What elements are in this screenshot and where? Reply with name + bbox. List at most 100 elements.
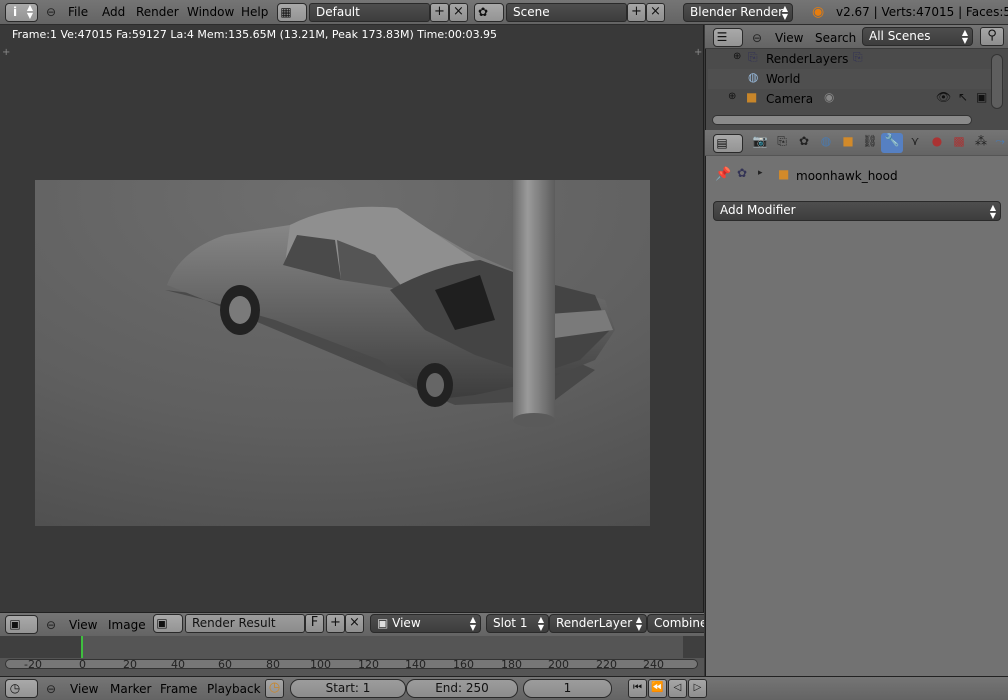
current-frame-field[interactable]: 1	[523, 679, 612, 698]
timeline-tick: 140	[405, 658, 426, 671]
image-menu-image[interactable]: Image	[108, 618, 146, 632]
visibility-eye-icon[interactable]: 👁	[936, 90, 951, 104]
start-frame-label: Start: 1	[325, 681, 371, 695]
add-modifier-dropdown[interactable]: Add Modifier ▲ ▼	[713, 201, 1001, 221]
area-corner-plus-icon[interactable]: +	[694, 47, 702, 58]
timeline-menu-frame[interactable]: Frame	[160, 682, 197, 696]
editor-type-info-button[interactable]: i ▲ ▼	[5, 3, 38, 22]
browse-image-button[interactable]: ▣	[153, 614, 183, 633]
render-image-svg	[35, 180, 650, 526]
add-screen-button[interactable]: +	[430, 3, 449, 22]
timeline-menu-marker[interactable]: Marker	[110, 682, 151, 696]
outliner-item-label: RenderLayers	[766, 52, 849, 66]
end-frame-field[interactable]: End: 250	[406, 679, 518, 698]
delete-screen-button[interactable]: ×	[449, 3, 468, 22]
jump-to-keyframe-back-button[interactable]: ⏪	[648, 679, 667, 698]
outliner-menu-search[interactable]: Search	[815, 31, 856, 45]
play-reverse-button[interactable]: ◁	[668, 679, 687, 698]
menu-help[interactable]: Help	[241, 5, 268, 19]
renderable-camera-icon[interactable]: ▣	[976, 90, 987, 104]
render-layers-tab-icon[interactable]: ⎘	[772, 134, 792, 149]
timeline-tick: 220	[596, 658, 617, 671]
constraints-tab-icon[interactable]: ⛓	[860, 134, 880, 148]
timeline-menu-view[interactable]: View	[70, 682, 98, 696]
menu-add[interactable]: Add	[102, 5, 125, 19]
data-tab-icon[interactable]: ⋎	[905, 134, 925, 148]
timeline-scrollbar[interactable]	[5, 659, 698, 669]
slot-select[interactable]: Slot 1 ▲ ▼	[486, 614, 549, 633]
play-button[interactable]: ▷	[688, 679, 707, 698]
collapse-menu-icon[interactable]: ⊖	[46, 4, 56, 21]
unlink-image-button[interactable]: ×	[345, 614, 364, 633]
collapse-menu-icon[interactable]: ⊖	[752, 30, 762, 47]
camera-data-icon: ◉	[824, 90, 835, 104]
outliner-display-filter[interactable]: All Scenes ▲ ▼	[862, 27, 973, 46]
particles-tab-icon[interactable]: ⁂	[971, 134, 991, 148]
editor-type-timeline-button[interactable]: ◷	[5, 679, 38, 698]
outliner-vertical-scrollbar[interactable]	[991, 54, 1003, 109]
timeline-tick: 180	[501, 658, 522, 671]
info-icon: i	[12, 5, 18, 19]
outliner-item-world[interactable]: ◍ World	[708, 69, 1004, 89]
modifiers-tab-icon[interactable]: 🔧	[881, 133, 903, 153]
fake-user-button[interactable]: F	[305, 614, 324, 633]
texture-tab-icon[interactable]: ▩	[949, 134, 969, 148]
editor-type-image-button[interactable]: ▣	[5, 615, 38, 634]
object-tab-icon[interactable]: ■	[838, 134, 858, 148]
menu-file[interactable]: File	[68, 5, 88, 19]
outliner-item-label: World	[766, 72, 801, 86]
current-frame-marker[interactable]	[81, 636, 83, 658]
screen-layout-icon-button[interactable]: ▦	[277, 3, 307, 22]
material-tab-icon[interactable]: ●	[927, 134, 947, 148]
screen-layout-field[interactable]: Default	[309, 3, 430, 22]
scene-tab-icon[interactable]: ✿	[794, 134, 814, 148]
image-name-field[interactable]: Render Result	[185, 614, 305, 633]
view-mode-label: View	[392, 616, 421, 630]
outliner-item-camera[interactable]: ⊕ ■ Camera ◉ 👁 ↖ ▣	[708, 89, 1004, 109]
area-corner-plus-icon[interactable]: +	[2, 47, 10, 58]
expand-icon[interactable]: ⊕	[728, 91, 736, 102]
outliner-horizontal-scrollbar[interactable]	[712, 115, 972, 125]
expand-icon[interactable]: ⊕	[733, 51, 741, 62]
jump-to-start-button[interactable]: ⏮	[628, 679, 647, 698]
scene-field[interactable]: Scene	[506, 3, 627, 22]
menu-render[interactable]: Render	[136, 5, 179, 19]
scene-context-icon: ✿	[737, 166, 748, 180]
render-engine-select[interactable]: Blender Render ▲ ▼	[683, 3, 793, 22]
collapse-menu-icon[interactable]: ⊖	[46, 617, 56, 634]
timeline-preview-range	[0, 636, 82, 658]
outliner-menu-view[interactable]: View	[775, 31, 803, 45]
editor-type-properties-button[interactable]: ▤	[713, 134, 743, 153]
object-context-icon: ■	[778, 167, 790, 181]
timeline-tick: 240	[643, 658, 664, 671]
world-icon: ◍	[748, 70, 759, 84]
delete-scene-button[interactable]: ×	[646, 3, 665, 22]
timeline-menu-playback[interactable]: Playback	[207, 682, 261, 696]
collapse-menu-icon[interactable]: ⊖	[46, 681, 56, 698]
outliner-item-renderlayers[interactable]: ⊕ ⎘ RenderLayers ⎘	[708, 49, 1004, 69]
physics-tab-icon[interactable]: ⤳	[993, 134, 1007, 149]
render-layer-select[interactable]: RenderLayer ▲ ▼	[549, 614, 647, 633]
current-frame-label: 1	[563, 681, 572, 695]
editor-type-outliner-button[interactable]: ☰	[713, 28, 743, 47]
image-editor-area[interactable]: Frame:1 Ve:47015 Fa:59127 La:4 Mem:135.6…	[0, 25, 704, 612]
start-frame-field[interactable]: Start: 1	[290, 679, 406, 698]
new-image-button[interactable]: +	[326, 614, 345, 633]
image-menu-view[interactable]: View	[69, 618, 97, 632]
outliner-search-button[interactable]: ⚲	[980, 27, 1004, 46]
dropdown-arrows-icon: ▲ ▼	[537, 615, 544, 632]
outliner-item-label: Camera	[766, 92, 814, 106]
world-tab-icon[interactable]: ◍	[816, 134, 836, 148]
render-tab-icon[interactable]: 📷	[750, 134, 770, 148]
pin-icon[interactable]: 📌	[715, 167, 731, 182]
scene-icon-button[interactable]: ✿	[474, 3, 504, 22]
add-scene-button[interactable]: +	[627, 3, 646, 22]
preview-range-button[interactable]: ◷	[265, 679, 284, 698]
breadcrumb-arrow-icon: ▸	[758, 168, 763, 178]
outliner-icon: ☰	[716, 30, 728, 44]
timeline-tick: 20	[123, 658, 137, 671]
render-pass-select[interactable]: Combined	[647, 614, 704, 633]
selectable-cursor-icon[interactable]: ↖	[958, 90, 968, 104]
view-mode-select[interactable]: ▣ View ▲ ▼	[370, 614, 481, 633]
menu-window[interactable]: Window	[187, 5, 234, 19]
